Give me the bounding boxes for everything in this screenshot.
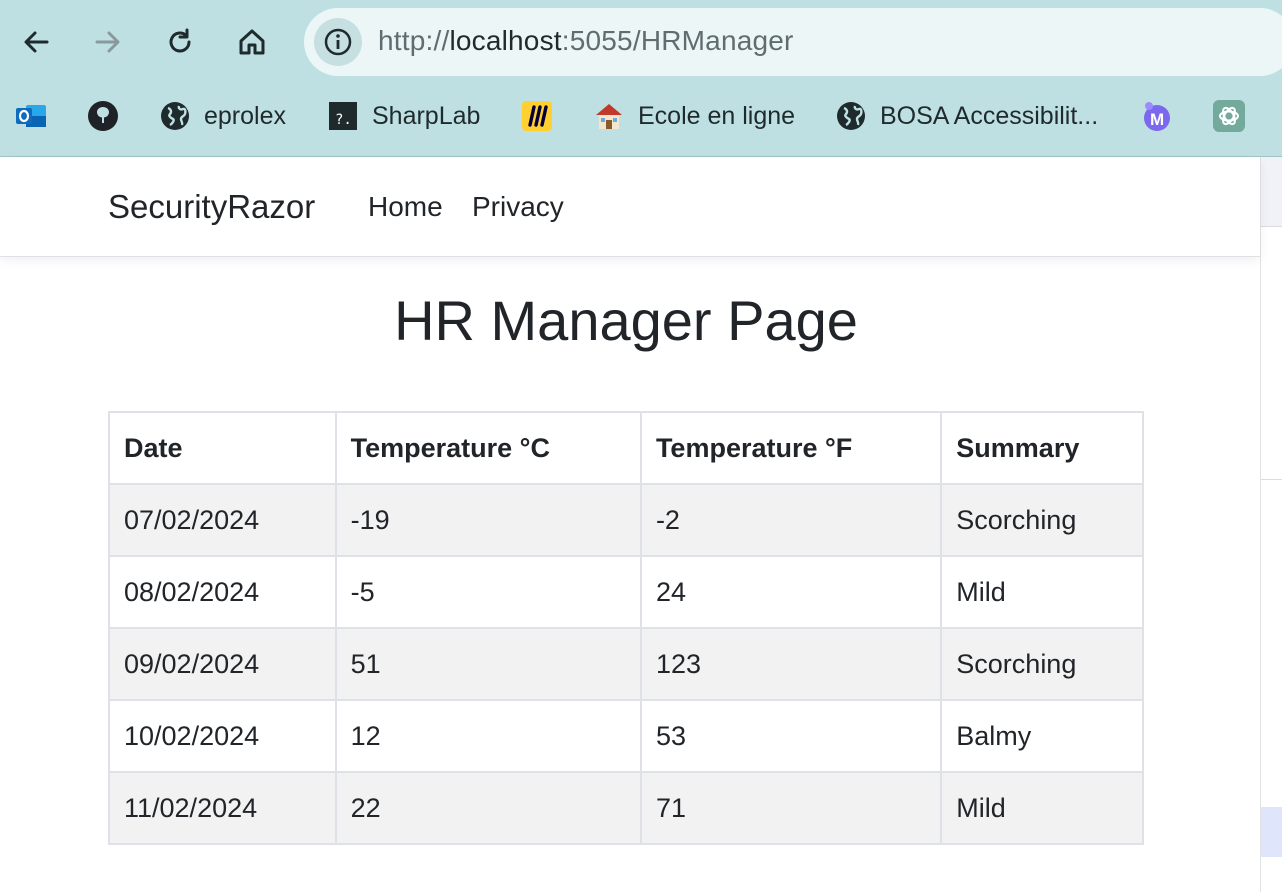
- cell-temp-c: -19: [334, 483, 642, 557]
- column-header-temp-c: Temperature °C: [334, 411, 642, 485]
- cell-temp-c: 51: [334, 627, 642, 701]
- bookmark-github[interactable]: [86, 96, 120, 136]
- url-host: localhost: [449, 25, 562, 56]
- outlook-icon: [14, 99, 48, 133]
- bookmark-outlook[interactable]: [14, 96, 48, 136]
- reload-icon: [169, 28, 191, 53]
- bookmark-eprolex[interactable]: eprolex: [158, 96, 286, 136]
- svg-text:?.: ?.: [335, 112, 352, 128]
- chatgpt-icon: [1212, 99, 1246, 133]
- bookmark-ecole-en-ligne[interactable]: Ecole en ligne: [592, 96, 795, 136]
- nav-link-privacy[interactable]: Privacy: [472, 191, 564, 223]
- school-icon: [592, 99, 626, 133]
- url-path: :5055/HRManager: [561, 25, 794, 56]
- cell-summary: Mild: [940, 555, 1144, 629]
- globe-icon: [158, 99, 192, 133]
- table-row: 08/02/2024 -5 24 Mild: [108, 555, 1144, 629]
- table-row: 11/02/2024 22 71 Mild: [108, 771, 1144, 845]
- bookmark-label: SharpLab: [372, 101, 481, 130]
- side-panel-strip: [1260, 157, 1282, 892]
- column-header-date: Date: [108, 411, 337, 485]
- cell-temp-c: 22: [334, 771, 642, 845]
- nav-link-home[interactable]: Home: [368, 191, 443, 223]
- cell-date: 09/02/2024: [108, 627, 337, 701]
- svg-text:M: M: [1150, 110, 1164, 129]
- cell-date: 08/02/2024: [108, 555, 337, 629]
- side-panel-divider: [1261, 479, 1282, 480]
- bookmark-label: Ecole en ligne: [638, 101, 796, 130]
- terminal-icon: ?.: [326, 99, 360, 133]
- table-header-row: Date Temperature °C Temperature °F Summa…: [108, 411, 1144, 485]
- cell-date: 07/02/2024: [108, 483, 337, 557]
- address-bar[interactable]: http://localhost:5055/HRManager: [304, 8, 1282, 76]
- site-navbar: SecurityRazor Home Privacy: [0, 158, 1260, 257]
- cell-temp-f: -2: [639, 483, 943, 557]
- bookmark-miro[interactable]: [520, 96, 554, 136]
- side-panel-header: [1261, 157, 1282, 227]
- cell-date: 10/02/2024: [108, 699, 337, 773]
- browser-toolbar: http://localhost:5055/HRManager: [0, 0, 1282, 82]
- page-title: HR Manager Page: [394, 289, 858, 352]
- cell-temp-c: 12: [334, 699, 642, 773]
- cell-temp-f: 53: [639, 699, 943, 773]
- bookmark-label: eprolex: [204, 101, 286, 130]
- bookmarks-bar: eprolex ?. SharpLab Ecole en ligne BOSA …: [0, 86, 1282, 146]
- reload-button[interactable]: [158, 20, 202, 64]
- cell-temp-f: 24: [639, 555, 943, 629]
- cell-summary: Balmy: [940, 699, 1144, 773]
- forward-button[interactable]: [86, 20, 130, 64]
- bookmark-label: BOSA Accessibilit...: [880, 101, 1099, 130]
- bookmark-chatgpt[interactable]: [1212, 96, 1246, 136]
- cell-temp-c: -5: [334, 555, 642, 629]
- forecast-table: Date Temperature °C Temperature °F Summa…: [108, 411, 1144, 845]
- bookmark-bosa-accessibility[interactable]: BOSA Accessibilit...: [834, 96, 1098, 136]
- bookmark-m-app[interactable]: M: [1140, 96, 1174, 136]
- cell-temp-f: 123: [639, 627, 943, 701]
- side-panel-highlight: [1261, 807, 1282, 857]
- cell-summary: Scorching: [940, 627, 1144, 701]
- site-info-button[interactable]: [314, 18, 362, 66]
- cell-summary: Mild: [940, 771, 1144, 845]
- cell-date: 11/02/2024: [108, 771, 337, 845]
- table-row: 09/02/2024 51 123 Scorching: [108, 627, 1144, 701]
- back-button[interactable]: [14, 20, 58, 64]
- browser-chrome: http://localhost:5055/HRManager eprolex …: [0, 0, 1282, 157]
- url-scheme: http://: [378, 25, 450, 56]
- bookmark-sharplab[interactable]: ?. SharpLab: [326, 96, 480, 136]
- cell-temp-f: 71: [639, 771, 943, 845]
- navbar-brand[interactable]: SecurityRazor: [108, 188, 315, 226]
- url-text: http://localhost:5055/HRManager: [378, 25, 794, 57]
- github-icon: [86, 99, 120, 133]
- info-icon: [324, 28, 352, 56]
- column-header-temp-f: Temperature °F: [639, 411, 943, 485]
- home-button[interactable]: [230, 20, 274, 64]
- miro-icon: [520, 99, 554, 133]
- table-row: 07/02/2024 -19 -2 Scorching: [108, 483, 1144, 557]
- globe-icon: [834, 99, 868, 133]
- m-app-icon: M: [1140, 99, 1174, 133]
- home-icon: [239, 29, 265, 55]
- arrow-right-icon: [95, 31, 120, 53]
- column-header-summary: Summary: [940, 411, 1144, 485]
- arrow-left-icon: [24, 31, 49, 53]
- table-row: 10/02/2024 12 53 Balmy: [108, 699, 1144, 773]
- cell-summary: Scorching: [940, 483, 1144, 557]
